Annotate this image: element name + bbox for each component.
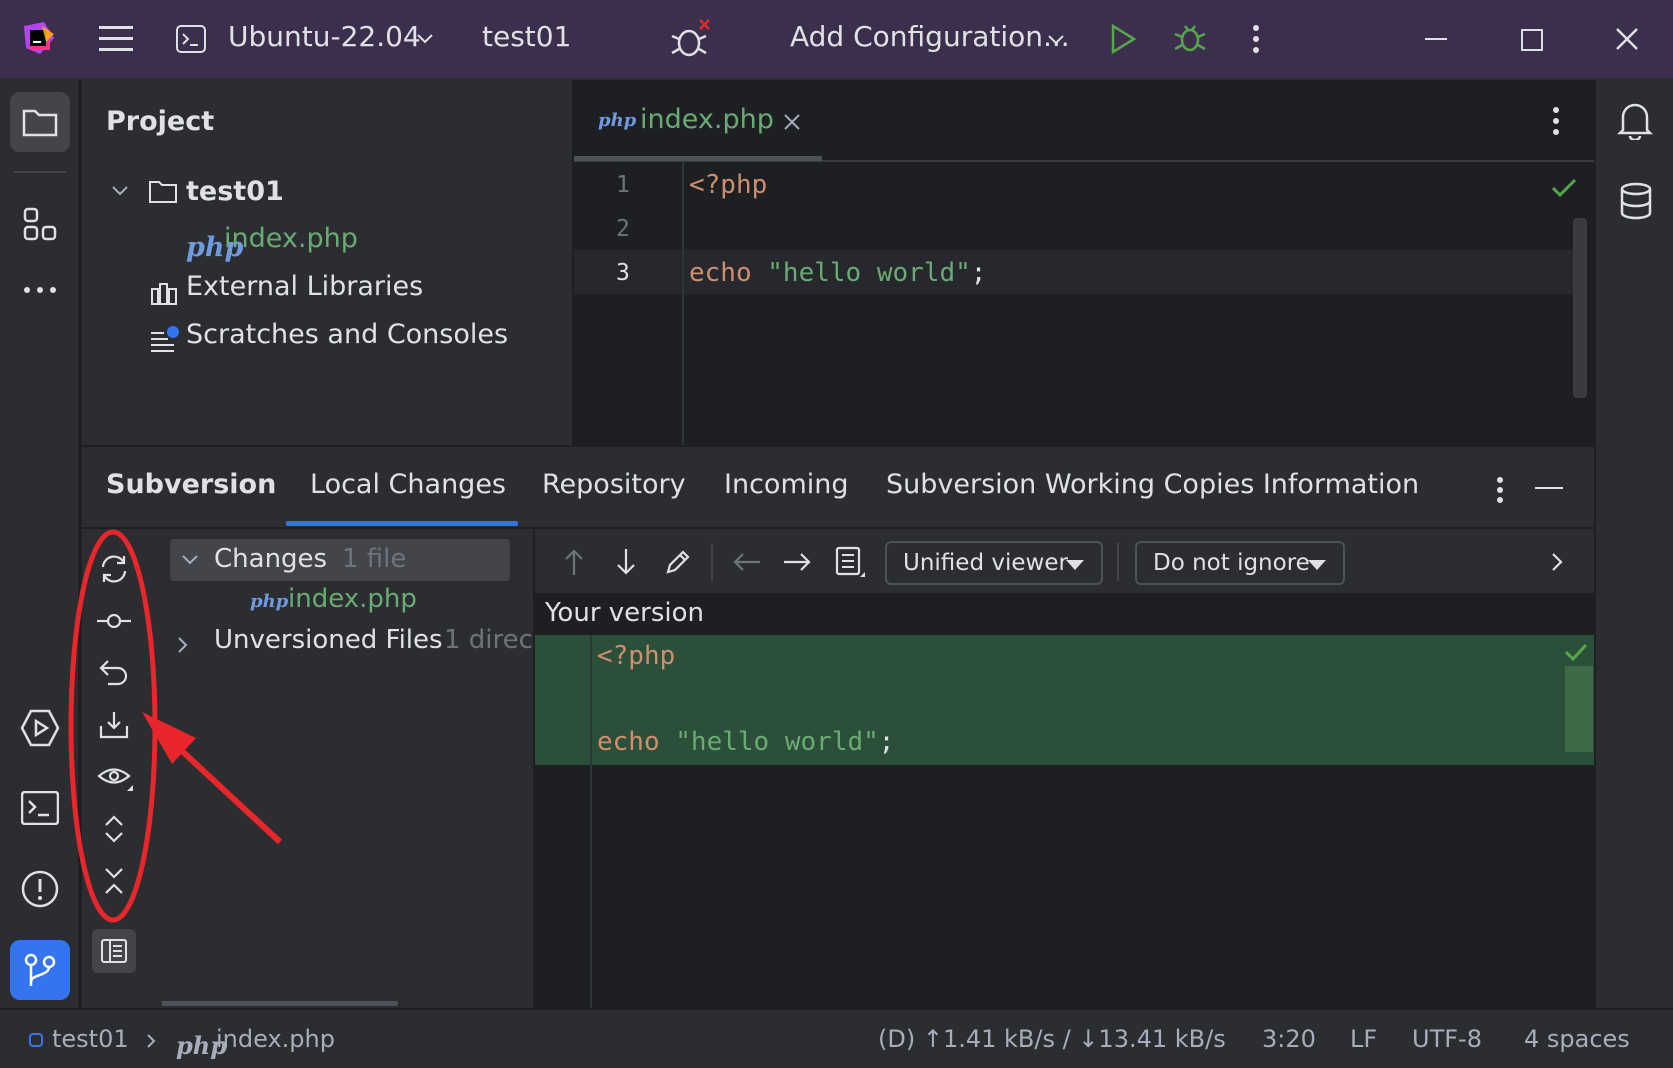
breadcrumb-separator-icon — [144, 1032, 158, 1050]
annotation-arrow-shaft — [165, 735, 283, 845]
breadcrumb-file[interactable]: index.php — [216, 1025, 335, 1053]
annotation-overlay — [68, 529, 283, 923]
status-bar: test01 php index.php (D) ↑1.41 kB/s / ↓1… — [0, 1008, 1673, 1068]
module-icon — [28, 1032, 44, 1048]
indent-setting[interactable]: 4 spaces — [1524, 1025, 1630, 1053]
annotation-ellipse — [68, 529, 158, 923]
caret-position[interactable]: 3:20 — [1262, 1025, 1316, 1053]
file-encoding[interactable]: UTF-8 — [1412, 1025, 1482, 1053]
breadcrumb-project[interactable]: test01 — [52, 1025, 129, 1053]
line-separator[interactable]: LF — [1350, 1025, 1377, 1053]
transfer-speed[interactable]: (D) ↑1.41 kB/s / ↓13.41 kB/s — [878, 1025, 1226, 1053]
